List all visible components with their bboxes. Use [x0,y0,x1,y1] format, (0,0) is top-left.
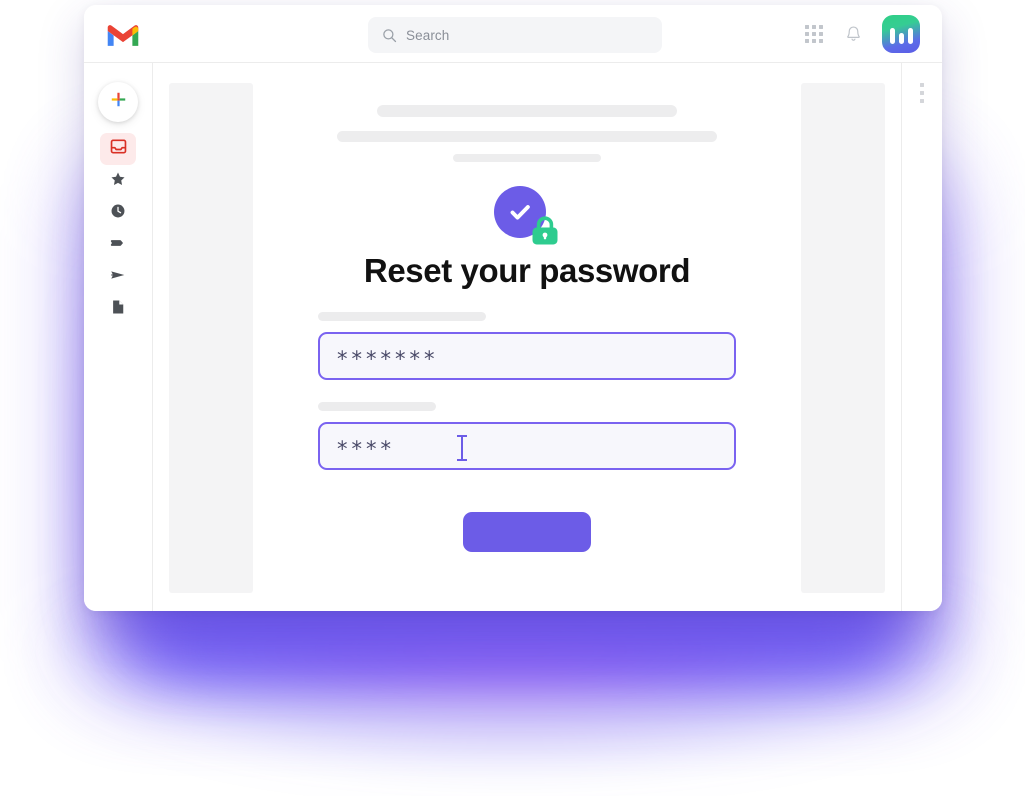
search-placeholder-text: Search [406,27,450,43]
skeleton-line-1 [377,105,677,117]
kebab-menu-icon[interactable] [917,80,927,611]
left-ghost-panel [169,83,253,593]
right-rail [901,63,942,611]
hero-icon [494,186,560,246]
new-password-masked-value: ******* [337,346,439,371]
page-title: Reset your password [363,252,691,289]
skeleton-line-3 [453,154,601,162]
header-actions [803,15,920,53]
sidebar-item-important-slot [100,229,136,261]
plus-icon [109,90,128,114]
right-ghost-panel [801,83,885,593]
sidebar-item-sent[interactable] [100,261,136,293]
app-header: Search [84,5,942,63]
app-body: Reset your password ******* **** [84,63,942,611]
skeleton-line-2 [337,131,717,142]
compose-button[interactable] [98,82,138,122]
sidebar-item-starred[interactable] [100,165,136,197]
sidebar-item-sent-slot [100,261,136,293]
reset-password-panel: Reset your password ******* **** [253,63,801,611]
clock-icon [109,202,127,225]
password-label-skeleton [318,312,486,321]
drafts-icon [109,298,127,321]
sidebar-item-inbox[interactable] [100,133,136,165]
sidebar-item-important[interactable] [100,229,136,261]
submit-button[interactable] [463,512,591,552]
send-icon [109,266,127,289]
bell-icon[interactable] [844,24,863,44]
search-icon [382,28,397,43]
confirm-password-masked-value: **** [337,436,395,461]
sidebar-item-snoozed-slot [100,197,136,229]
gmail-logo-icon[interactable] [106,23,140,48]
reset-password-form: ******* **** [318,312,736,552]
sidebar-item-starred-slot [100,165,136,197]
lock-icon [530,216,560,246]
submit-row [318,492,736,552]
apps-grid-icon[interactable] [803,23,825,45]
confirm-password-label-skeleton [318,402,436,411]
sidebar-item-drafts[interactable] [100,293,136,325]
brand-logo-icon[interactable] [882,15,920,53]
sidebar-item-drafts-slot [100,293,136,325]
sidebar-item-inbox-slot [100,133,136,165]
text-caret-icon [456,435,468,461]
screenshot-stage: Search Reset your password ******* **** [0,0,1025,796]
inbox-icon [109,137,128,161]
content-area: Reset your password ******* **** [153,63,942,611]
confirm-password-input[interactable]: **** [318,422,736,470]
sidebar [84,63,153,611]
app-window: Search Reset your password ******* **** [84,5,942,611]
search-input[interactable]: Search [368,17,662,53]
label-icon [109,234,127,257]
sidebar-item-snoozed[interactable] [100,197,136,229]
star-icon [109,170,127,193]
new-password-input[interactable]: ******* [318,332,736,380]
